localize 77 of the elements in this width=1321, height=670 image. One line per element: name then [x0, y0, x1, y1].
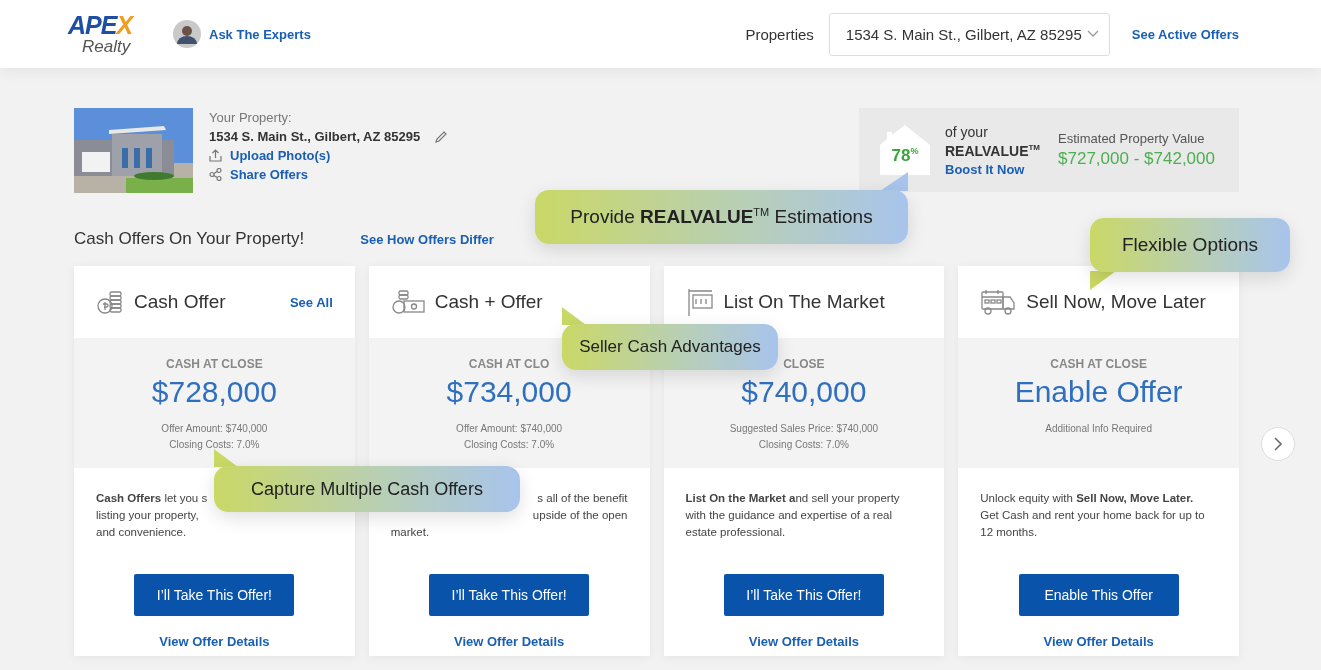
card-title: Cash + Offer [434, 291, 544, 313]
callout: Provide REALVALUE$^{TM}$ Estimations [535, 190, 908, 244]
card-title: Cash Offer [134, 291, 227, 313]
description-text: upside of the open [532, 509, 628, 523]
cash-icon [390, 288, 425, 316]
realvalue-percent: 78$^{%}$ [890, 146, 920, 166]
cash-at-close-label: CASH AT CLOSE [1050, 357, 1147, 371]
callout-pointer [214, 449, 238, 467]
section-title: Cash Offers On Your Property! [74, 229, 305, 249]
view-offer-details-link[interactable]: View Offer Details [159, 634, 270, 649]
card-title: Sell Now, Move Later [1026, 291, 1207, 313]
chevron-right-icon [1273, 437, 1283, 451]
offer-detail: Closing Costs: 7.0% [169, 438, 260, 452]
estimated-value: $727,000 - $742,000 [1058, 149, 1215, 169]
cash-amount: $740,000 [741, 375, 867, 409]
coins-icon [96, 288, 124, 316]
cash-at-close-label: CASH AT CLO [468, 357, 550, 371]
share-offers-link[interactable]: Share Offers [230, 167, 309, 182]
of-your-label: of your [945, 123, 989, 140]
cash-at-close-label: CASH AT CLOSE [166, 357, 263, 371]
ask-experts-link[interactable]: Ask The Experts [209, 26, 311, 42]
callout: Seller Cash Advantages [562, 324, 778, 370]
upload-photos-link[interactable]: Upload Photo(s) [230, 148, 331, 163]
see-all-link[interactable]: See All [289, 294, 333, 310]
callout-pointer [562, 307, 586, 325]
offer-detail: Offer Amount: $740,000 [456, 422, 563, 436]
description-text: market. [390, 526, 430, 540]
cash-at-close-label: CLOSE [783, 357, 825, 371]
cash-amount: Enable Offer [1014, 375, 1183, 409]
callout-pointer [880, 172, 908, 191]
take-offer-button[interactable]: I’ll Take This Offer! [429, 574, 590, 616]
realvalue-label: REALVALUE$^{TM}$ [945, 142, 1041, 159]
boost-it-now-link[interactable]: Boost It Now [945, 161, 1041, 177]
upload-icon [209, 149, 222, 162]
description-text: with the guidance and expertise of a real [685, 509, 892, 523]
callout: Capture Multiple Cash Offers [214, 466, 520, 512]
see-how-offers-differ-link[interactable]: See How Offers Differ [360, 232, 494, 247]
house-badge-icon [879, 124, 931, 176]
description-text: List On the Market and sell your property [685, 492, 900, 506]
pencil-icon[interactable] [434, 129, 449, 144]
view-offer-details-link[interactable]: View Offer Details [748, 634, 860, 649]
cash-amount: $734,000 [446, 375, 572, 409]
callout-pointer [1090, 271, 1116, 290]
moving-truck-icon [980, 287, 1017, 317]
view-offer-details-link[interactable]: View Offer Details [1043, 634, 1154, 649]
next-button[interactable] [1261, 427, 1295, 461]
cash-amount: $728,000 [151, 375, 277, 409]
see-active-offers-link[interactable]: See Active Offers [1131, 26, 1239, 42]
share-icon [209, 168, 222, 181]
avatar-icon [173, 20, 201, 48]
offer-detail: Closing Costs: 7.0% [758, 438, 849, 452]
description-text: Get Cash and rent your home back for up to [980, 509, 1205, 523]
offer-detail: Suggested Sales Price: $740,000 [729, 422, 879, 436]
estimated-value-label: Estimated Property Value [1058, 131, 1206, 146]
offer-detail: Closing Costs: 7.0% [464, 438, 555, 452]
card-title: List On The Market [723, 291, 886, 313]
description-text: and convenience. [96, 526, 187, 540]
property-select[interactable]: 1534 S. Main St., Gilbert, AZ 85295 [828, 12, 1110, 56]
description-text: s all of the benefit [537, 492, 628, 506]
view-offer-details-link[interactable]: View Offer Details [453, 634, 565, 649]
description-text: 12 months. [980, 526, 1038, 540]
take-offer-button[interactable]: Enable This Offer [1018, 574, 1179, 616]
description-text: listing your property, [96, 509, 199, 523]
for-sale-sign-icon [685, 287, 714, 317]
description-text: Unlock equity with Sell Now, Move Later. [980, 492, 1194, 506]
caret-icon [1086, 30, 1099, 38]
offer-detail: Offer Amount: $740,000 [161, 422, 268, 436]
take-offer-button[interactable]: I’ll Take This Offer! [134, 574, 295, 616]
description-text: estate professional. [685, 526, 786, 540]
logo[interactable]: APEX Realty [68, 13, 144, 55]
property-address: 1534 S. Main St., Gilbert, AZ 85295 [209, 129, 421, 144]
properties-label: Properties [745, 25, 814, 43]
offer-detail: Additional Info Required [1045, 422, 1152, 436]
your-property-label: Your Property: [209, 110, 293, 125]
callout: Flexible Options [1090, 218, 1290, 272]
take-offer-button[interactable]: I’ll Take This Offer! [723, 574, 884, 616]
description-text: Cash Offers let you s [96, 492, 208, 506]
